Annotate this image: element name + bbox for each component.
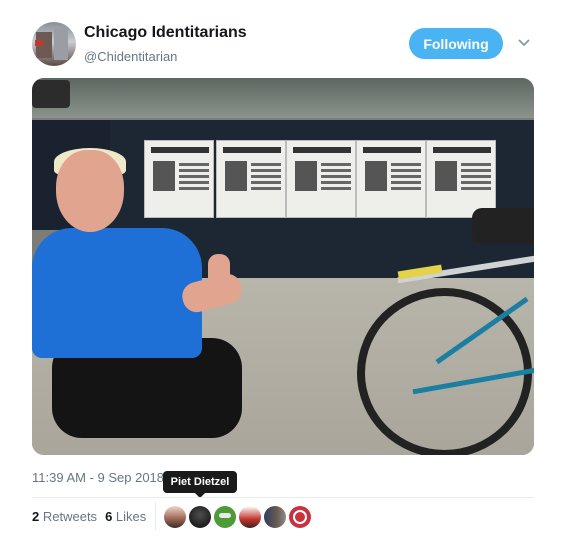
liker-avatar[interactable] [289, 506, 311, 528]
divider [32, 497, 534, 498]
liker-avatar[interactable] [239, 506, 261, 528]
liker-avatar[interactable] [189, 506, 211, 528]
tweet-timestamp[interactable]: 11:39 AM - 9 Sep 2018 [32, 470, 164, 485]
retweets-stat[interactable]: 2 Retweets [32, 509, 97, 524]
user-tooltip: Piet Dietzel [163, 471, 237, 493]
tweet-photo[interactable] [32, 78, 534, 455]
likers-list [164, 506, 311, 528]
tweet-stats: 2 Retweets 6 Likes [32, 509, 146, 524]
author-avatar[interactable] [32, 22, 76, 66]
likes-label: Likes [115, 509, 147, 524]
retweets-label: Retweets [42, 509, 98, 524]
author-name[interactable]: Chicago Identitarians [84, 24, 247, 42]
liker-avatar[interactable] [214, 506, 236, 528]
stats-separator [155, 502, 156, 530]
author-handle[interactable]: @Chidentitarian [84, 49, 177, 64]
liker-avatar[interactable] [164, 506, 186, 528]
liker-avatar[interactable] [264, 506, 286, 528]
following-button[interactable]: Following [409, 28, 503, 59]
likes-stat[interactable]: 6 Likes [105, 509, 146, 524]
chevron-down-icon[interactable] [518, 38, 530, 48]
retweets-count: 2 [32, 509, 40, 524]
likes-count: 6 [105, 509, 113, 524]
